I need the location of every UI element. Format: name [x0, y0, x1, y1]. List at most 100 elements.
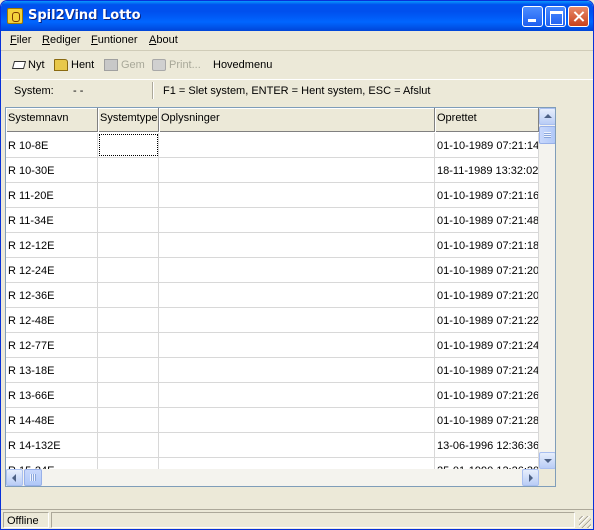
cell-oplysninger[interactable]	[159, 283, 435, 308]
title-bar[interactable]: Spil2Vind Lotto	[1, 1, 593, 31]
cell-systemnavn[interactable]: R 12-12E	[6, 233, 98, 258]
vertical-scroll-thumb[interactable]	[539, 126, 555, 144]
cell-oprettet[interactable]: 01-10-1989 07:21:14	[435, 133, 539, 158]
menu-funtioner[interactable]: Funtioner	[91, 34, 138, 46]
cell-systemnavn[interactable]: R 12-24E	[6, 258, 98, 283]
cell-oprettet[interactable]: 01-10-1989 07:21:24	[435, 333, 539, 358]
table-row[interactable]: R 12-24E 01-10-1989 07:21:20	[6, 258, 539, 283]
cell-oplysninger[interactable]	[159, 408, 435, 433]
status-panel	[51, 512, 575, 528]
cell-oplysninger[interactable]	[159, 383, 435, 408]
cell-oprettet[interactable]: 01-10-1989 07:21:16	[435, 183, 539, 208]
main-menu-label: Hovedmenu	[213, 59, 273, 71]
cell-systemtype[interactable]	[98, 233, 159, 258]
new-button[interactable]: Nyt	[11, 57, 45, 73]
vertical-scrollbar[interactable]	[539, 108, 555, 469]
cell-systemnavn[interactable]: R 11-34E	[6, 208, 98, 233]
cell-oplysninger[interactable]	[159, 158, 435, 183]
main-menu-button[interactable]: Hovedmenu	[213, 57, 272, 73]
cell-systemnavn[interactable]: R 12-36E	[6, 283, 98, 308]
cell-systemtype[interactable]	[98, 258, 159, 283]
cell-systemtype[interactable]	[98, 283, 159, 308]
cell-oprettet[interactable]: 01-10-1989 07:21:20	[435, 258, 539, 283]
cell-systemtype[interactable]	[98, 358, 159, 383]
save-button[interactable]: Gem	[104, 57, 145, 73]
column-header-systemtype[interactable]: Systemtype	[98, 108, 159, 132]
cell-systemnavn[interactable]: R 11-20E	[6, 183, 98, 208]
cell-oprettet[interactable]: 01-10-1989 07:21:26	[435, 383, 539, 408]
horizontal-scroll-thumb[interactable]	[24, 469, 42, 486]
table-row[interactable]: R 14-48E 01-10-1989 07:21:28	[6, 408, 539, 433]
cell-systemtype[interactable]	[98, 433, 159, 458]
cell-oprettet[interactable]: 01-10-1989 07:21:18	[435, 233, 539, 258]
cell-systemnavn[interactable]: R 14-48E	[6, 408, 98, 433]
cell-systemnavn[interactable]: R 10-8E	[6, 133, 98, 158]
info-separator	[152, 82, 154, 99]
scroll-left-button[interactable]	[6, 469, 23, 486]
minimize-button[interactable]	[522, 6, 543, 27]
scroll-right-button[interactable]	[522, 469, 539, 486]
table-row[interactable]: R 12-12E 01-10-1989 07:21:18	[6, 233, 539, 258]
cell-systemtype[interactable]	[98, 183, 159, 208]
table-row[interactable]: R 11-34E 01-10-1989 07:21:48	[6, 208, 539, 233]
system-label: System:	[14, 85, 54, 97]
table-row[interactable]: R 10-30E 18-11-1989 13:32:02	[6, 158, 539, 183]
menu-rediger[interactable]: Rediger	[42, 34, 81, 46]
cell-systemtype[interactable]	[98, 158, 159, 183]
cell-oprettet[interactable]: 01-10-1989 07:21:28	[435, 408, 539, 433]
cell-systemtype[interactable]	[98, 308, 159, 333]
table-row[interactable]: R 12-36E 01-10-1989 07:21:20	[6, 283, 539, 308]
cell-oprettet[interactable]: 01-10-1989 07:21:22	[435, 308, 539, 333]
maximize-button[interactable]	[545, 6, 566, 27]
open-button[interactable]: Hent	[54, 57, 94, 73]
status-bar: Offline	[1, 509, 593, 529]
scroll-down-button[interactable]	[539, 452, 555, 469]
cell-systemnavn[interactable]: R 12-48E	[6, 308, 98, 333]
cell-oplysninger[interactable]	[159, 358, 435, 383]
close-button[interactable]	[568, 6, 589, 27]
cell-oprettet[interactable]: 01-10-1989 07:21:48	[435, 208, 539, 233]
table-row[interactable]: R 13-66E 01-10-1989 07:21:26	[6, 383, 539, 408]
cell-oplysninger[interactable]	[159, 208, 435, 233]
table-row[interactable]: R 12-77E 01-10-1989 07:21:24	[6, 333, 539, 358]
cell-oprettet[interactable]: 01-10-1989 07:21:20	[435, 283, 539, 308]
cell-oprettet[interactable]: 18-11-1989 13:32:02	[435, 158, 539, 183]
cell-systemnavn[interactable]: R 14-132E	[6, 433, 98, 458]
menu-about[interactable]: About	[149, 34, 178, 46]
folder-icon	[54, 59, 68, 71]
cell-oplysninger[interactable]	[159, 183, 435, 208]
cell-systemtype[interactable]	[98, 208, 159, 233]
table-row[interactable]: R 10-8E 01-10-1989 07:21:14	[6, 133, 539, 158]
column-header-oplysninger[interactable]: Oplysninger	[159, 108, 435, 132]
cell-systemnavn[interactable]: R 13-18E	[6, 358, 98, 383]
cell-oprettet[interactable]: 01-10-1989 07:21:24	[435, 358, 539, 383]
cell-systemnavn[interactable]: R 13-66E	[6, 383, 98, 408]
cell-oplysninger[interactable]	[159, 433, 435, 458]
cell-oplysninger[interactable]	[159, 233, 435, 258]
cell-oplysninger[interactable]	[159, 133, 435, 158]
cell-systemtype[interactable]	[98, 408, 159, 433]
print-button[interactable]: Print...	[152, 57, 201, 73]
horizontal-scrollbar[interactable]	[6, 469, 539, 486]
cell-systemtype[interactable]	[98, 333, 159, 358]
cell-systemnavn[interactable]: R 12-77E	[6, 333, 98, 358]
menu-funtioner-label: Funtioner	[91, 34, 138, 46]
table-row[interactable]: R 12-48E 01-10-1989 07:21:22	[6, 308, 539, 333]
cell-systemnavn[interactable]: R 10-30E	[6, 158, 98, 183]
cell-oplysninger[interactable]	[159, 333, 435, 358]
table-row[interactable]: R 14-132E 13-06-1996 12:36:36	[6, 433, 539, 458]
table-row[interactable]: R 11-20E 01-10-1989 07:21:16	[6, 183, 539, 208]
menu-filer[interactable]: Filer	[10, 34, 31, 46]
cell-oplysninger[interactable]	[159, 258, 435, 283]
cell-oplysninger[interactable]	[159, 308, 435, 333]
systems-table[interactable]: Systemnavn Systemtype Oplysninger Oprett…	[5, 107, 556, 487]
scroll-up-button[interactable]	[539, 108, 555, 125]
app-icon[interactable]	[7, 8, 23, 24]
cell-systemtype[interactable]	[98, 383, 159, 408]
table-row[interactable]: R 13-18E 01-10-1989 07:21:24	[6, 358, 539, 383]
cell-oprettet[interactable]: 13-06-1996 12:36:36	[435, 433, 539, 458]
column-header-systemnavn[interactable]: Systemnavn	[6, 108, 98, 132]
window-title: Spil2Vind Lotto	[28, 8, 141, 23]
column-header-oprettet[interactable]: Oprettet	[435, 108, 539, 132]
resize-grip-icon[interactable]	[579, 516, 591, 528]
